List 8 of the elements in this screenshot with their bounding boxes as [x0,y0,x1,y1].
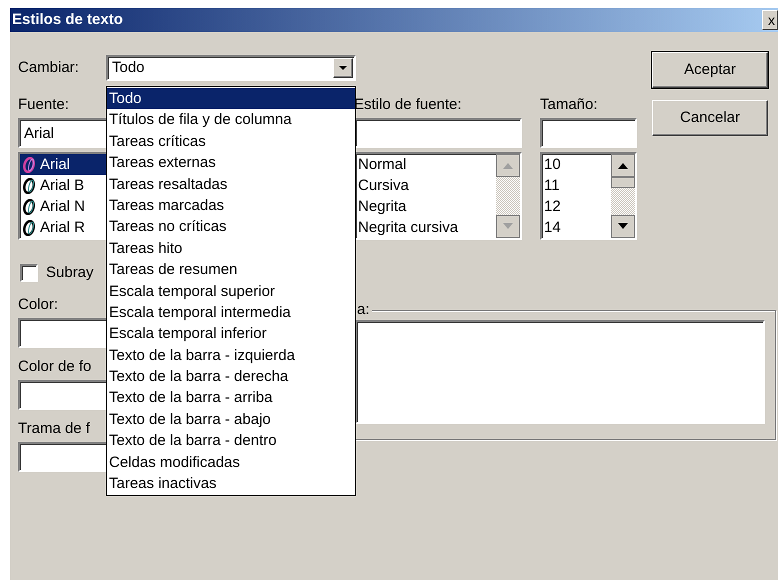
field-label: Color de fo [18,358,92,377]
field-label: Tamaño: [540,96,598,115]
field-label: Color: [18,296,58,315]
field-label: Fuente: [18,96,69,115]
checkbox-label: Subray [46,264,94,282]
field-label: Trama de f [18,420,90,439]
field-label: Cambiar: [18,59,80,77]
dialog-title: Estilos de texto [11,10,123,30]
